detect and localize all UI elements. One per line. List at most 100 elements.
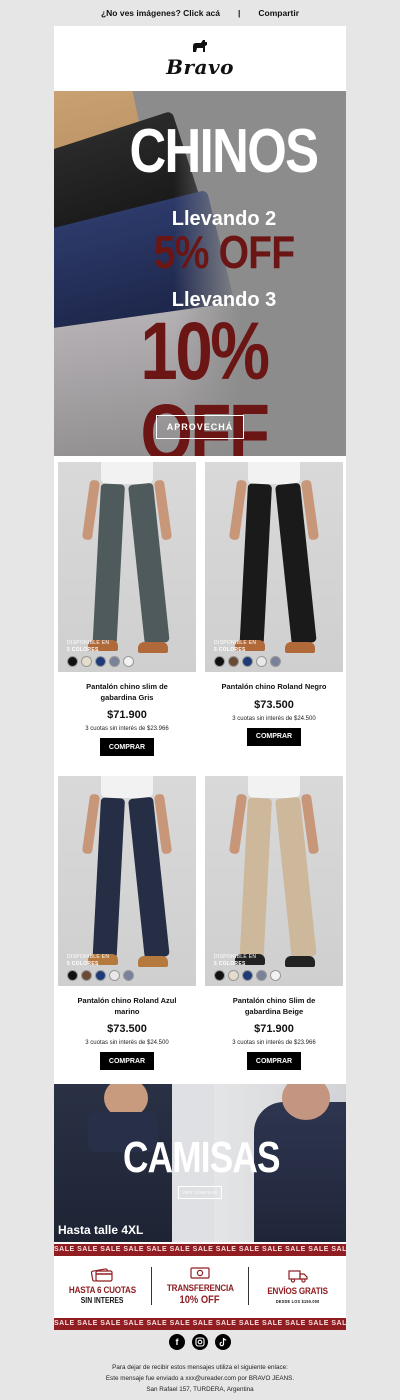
model-body: [81, 479, 101, 541]
brand-logo: Bravo: [166, 55, 234, 79]
view-images-link[interactable]: ¿No ves imágenes? Click acá: [101, 8, 220, 18]
hero-banner[interactable]: CHINOS Llevando 2 5% OFF Llevando 3 10% …: [54, 91, 346, 456]
brand-header[interactable]: Bravo: [54, 26, 346, 91]
benefit-subtitle: DESDE LOS $150.000: [275, 1298, 320, 1304]
product-card: DISPONIBLE EN 5 COLORES Pantalón chino sl…: [58, 462, 196, 756]
product-name[interactable]: Pantalón chino Roland Azul marino: [58, 996, 196, 1017]
installments-text: 3 cuotas sin interés de $23.966: [232, 1040, 316, 1046]
color-swatch[interactable]: [67, 656, 78, 667]
shoe: [138, 642, 168, 653]
preheader: ¿No ves imágenes? Click acá | Compartir: [0, 0, 400, 26]
availability-label: DISPONIBLE EN 5 COLORES: [67, 954, 110, 967]
color-swatches: [67, 970, 134, 981]
product-name[interactable]: Pantalón chino Slim de gabardina Beige: [205, 996, 343, 1017]
product-price: $73.500: [107, 1023, 147, 1035]
comprar-button[interactable]: COMPRAR: [100, 738, 154, 756]
dog-logo-icon: [193, 40, 207, 52]
camisas-banner[interactable]: CAMISAS VER CAMISAS Hasta talle 4XL: [54, 1084, 346, 1242]
product-card: DISPONIBLE EN 5 COLORES Pantalón chino Sl…: [205, 776, 343, 1070]
comprar-button[interactable]: COMPRAR: [247, 727, 301, 746]
benefit-title: TRANSFERENCIA: [166, 1283, 234, 1294]
product-image[interactable]: DISPONIBLE EN 5 COLORES: [205, 776, 343, 986]
color-swatches: [214, 656, 281, 667]
model-body: [101, 462, 153, 484]
facebook-icon[interactable]: f: [169, 1334, 185, 1350]
aprovecha-button[interactable]: APROVECHÁ: [156, 415, 244, 439]
color-swatch[interactable]: [228, 656, 239, 667]
color-swatch[interactable]: [270, 656, 281, 667]
color-swatch[interactable]: [81, 656, 92, 667]
instagram-icon[interactable]: [192, 1334, 208, 1350]
color-swatch[interactable]: [256, 656, 267, 667]
pants-leg: [92, 483, 125, 645]
product-image[interactable]: DISPONIBLE EN 5 COLORES: [205, 462, 343, 672]
offer1-value: 5% OFF: [153, 226, 295, 278]
product-price: $71.900: [254, 1023, 294, 1035]
benefit-title: ENVÍOS GRATIS: [267, 1285, 328, 1297]
preheader-separator: |: [238, 8, 241, 18]
installments-text: 3 cuotas sin interés de $24.500: [85, 1040, 169, 1046]
model-body: [101, 776, 153, 798]
color-swatch[interactable]: [270, 970, 281, 981]
unsubscribe-text[interactable]: Para dejar de recibir estos mensajes uti…: [0, 1362, 400, 1373]
installments-text: 3 cuotas sin interés de $24.500: [232, 715, 316, 722]
share-link[interactable]: Compartir: [258, 8, 299, 18]
product-name[interactable]: Pantalón chino Roland Negro: [205, 682, 343, 693]
color-swatch[interactable]: [214, 970, 225, 981]
credit-card-icon: [91, 1267, 113, 1282]
color-swatch[interactable]: [123, 656, 134, 667]
benefit-installments: HASTA 6 CUOTAS SIN INTERES: [54, 1256, 151, 1316]
shoe: [285, 956, 315, 967]
model-body: [248, 776, 300, 798]
tiktok-icon[interactable]: [215, 1334, 231, 1350]
sale-strip-bottom: SALE SALE SALE SALE SALE SALE SALE SALE …: [54, 1318, 346, 1330]
benefit-title: HASTA 6 CUOTAS: [68, 1284, 136, 1296]
benefits-row: HASTA 6 CUOTAS SIN INTERES TRANSFERENCIA…: [54, 1256, 346, 1316]
pants-leg: [239, 797, 272, 959]
hero-title: CHINOS: [129, 117, 319, 186]
benefit-shipping: ENVÍOS GRATIS DESDE LOS $150.000: [249, 1256, 346, 1316]
product-card: DISPONIBLE EN 5 COLORES Pantalón chino Ro…: [58, 776, 196, 1070]
camisas-title: CAMISAS: [123, 1133, 281, 1182]
color-swatch[interactable]: [214, 656, 225, 667]
color-swatches: [67, 656, 134, 667]
color-swatch[interactable]: [228, 970, 239, 981]
color-swatch[interactable]: [95, 970, 106, 981]
installments-text: 3 cuotas sin interés de $23.966: [85, 726, 169, 732]
color-swatch[interactable]: [256, 970, 267, 981]
color-swatch[interactable]: [109, 656, 120, 667]
truck-icon: [288, 1269, 308, 1283]
color-swatch[interactable]: [67, 970, 78, 981]
color-swatch[interactable]: [109, 970, 120, 981]
size-caption: Hasta talle 4XL: [58, 1223, 144, 1237]
color-swatch[interactable]: [242, 970, 253, 981]
benefit-subtitle: SIN INTERES: [80, 1295, 124, 1305]
product-image[interactable]: DISPONIBLE EN 5 COLORES: [58, 462, 196, 672]
sender-text: Este mensaje fue enviado a xxx@ureader.c…: [105, 1375, 295, 1383]
product-price: $71.900: [107, 709, 147, 721]
address-text: San Rafael 157, TURDERA, Argentina: [146, 1386, 254, 1394]
product-price: $73.500: [254, 698, 294, 711]
pants-leg: [92, 797, 125, 959]
color-swatch[interactable]: [123, 970, 134, 981]
product-name[interactable]: Pantalón chino slim de gabardina Gris: [58, 682, 196, 703]
shoe: [138, 956, 168, 967]
product-image[interactable]: DISPONIBLE EN 5 COLORES: [58, 776, 196, 986]
color-swatches: [214, 970, 281, 981]
cash-icon: [190, 1267, 210, 1279]
availability-label: DISPONIBLE EN 5 COLORES: [214, 640, 257, 653]
color-swatch[interactable]: [81, 970, 92, 981]
color-swatch[interactable]: [242, 656, 253, 667]
footer: Para dejar de recibir estos mensajes uti…: [0, 1362, 400, 1395]
social-links: f: [0, 1334, 400, 1350]
ver-camisas-button[interactable]: VER CAMISAS: [178, 1186, 222, 1199]
availability-label: DISPONIBLE EN 5 COLORES: [67, 640, 110, 653]
model-body: [228, 793, 248, 855]
comprar-button[interactable]: COMPRAR: [100, 1052, 154, 1070]
benefit-transfer: TRANSFERENCIA 10% OFF: [152, 1256, 249, 1316]
color-swatch[interactable]: [95, 656, 106, 667]
shoe: [285, 642, 315, 653]
benefit-subtitle: 10% OFF: [179, 1294, 221, 1306]
availability-label: DISPONIBLE EN 5 COLORES: [214, 954, 257, 967]
comprar-button[interactable]: COMPRAR: [247, 1052, 301, 1070]
